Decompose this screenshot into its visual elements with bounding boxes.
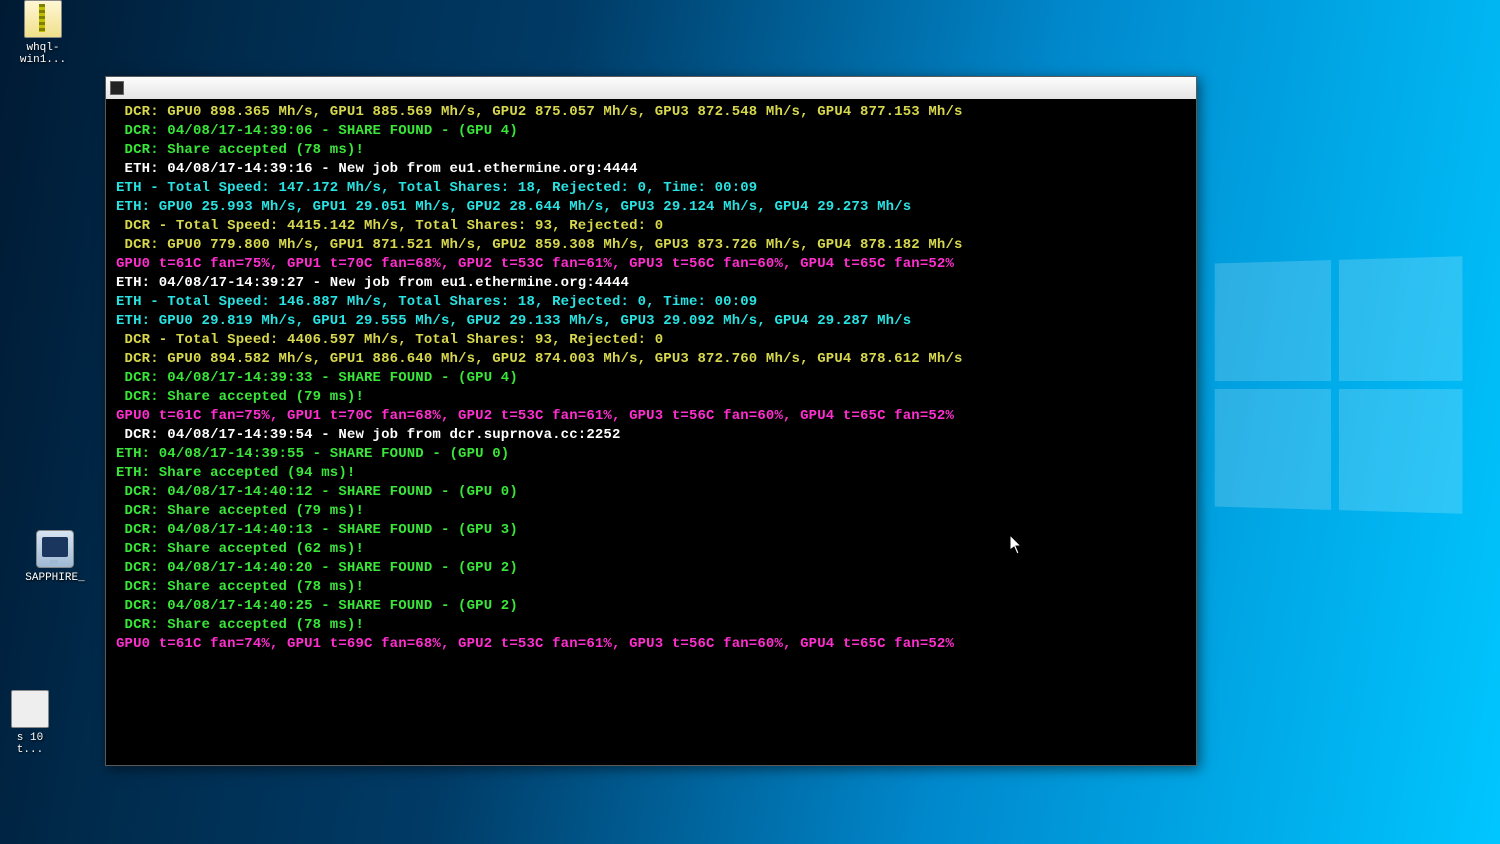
terminal-line: DCR: 04/08/17-14:40:20 - SHARE FOUND - (…: [116, 559, 1188, 578]
terminal-line: GPU0 t=61C fan=75%, GPU1 t=70C fan=68%, …: [116, 255, 1188, 274]
terminal-line: ETH: 04/08/17-14:39:16 - New job from eu…: [116, 160, 1188, 179]
shortcut-label: SAPPHIRE_: [20, 572, 90, 584]
windows-desktop: whql-win1... SAPPHIRE_ s 10 t... DCR: GP…: [0, 0, 1500, 844]
archive-icon: [24, 0, 62, 38]
terminal-line: DCR: Share accepted (62 ms)!: [116, 540, 1188, 559]
terminal-line: DCR: 04/08/17-14:39:33 - SHARE FOUND - (…: [116, 369, 1188, 388]
terminal-output[interactable]: DCR: GPU0 898.365 Mh/s, GPU1 885.569 Mh/…: [106, 99, 1196, 765]
terminal-line: DCR: 04/08/17-14:39:54 - New job from dc…: [116, 426, 1188, 445]
desktop-shortcut-sapphire[interactable]: SAPPHIRE_: [20, 530, 90, 584]
terminal-line: DCR: GPU0 779.800 Mh/s, GPU1 871.521 Mh/…: [116, 236, 1188, 255]
display-icon: [36, 530, 74, 568]
cmd-icon: [110, 81, 124, 95]
terminal-line: DCR: 04/08/17-14:40:13 - SHARE FOUND - (…: [116, 521, 1188, 540]
terminal-line: DCR - Total Speed: 4415.142 Mh/s, Total …: [116, 217, 1188, 236]
terminal-line: DCR - Total Speed: 4406.597 Mh/s, Total …: [116, 331, 1188, 350]
terminal-line: ETH: 04/08/17-14:39:27 - New job from eu…: [116, 274, 1188, 293]
terminal-line: DCR: GPU0 898.365 Mh/s, GPU1 885.569 Mh/…: [116, 103, 1188, 122]
terminal-line: DCR: Share accepted (78 ms)!: [116, 616, 1188, 635]
terminal-line: ETH: GPU0 29.819 Mh/s, GPU1 29.555 Mh/s,…: [116, 312, 1188, 331]
terminal-line: DCR: GPU0 894.582 Mh/s, GPU1 886.640 Mh/…: [116, 350, 1188, 369]
terminal-line: DCR: Share accepted (78 ms)!: [116, 578, 1188, 597]
terminal-line: ETH - Total Speed: 146.887 Mh/s, Total S…: [116, 293, 1188, 312]
shortcut-label: s 10 t...: [0, 732, 60, 756]
terminal-line: GPU0 t=61C fan=74%, GPU1 t=69C fan=68%, …: [116, 635, 1188, 654]
terminal-line: DCR: 04/08/17-14:40:25 - SHARE FOUND - (…: [116, 597, 1188, 616]
window-titlebar[interactable]: [106, 77, 1196, 99]
terminal-line: DCR: Share accepted (79 ms)!: [116, 502, 1188, 521]
terminal-line: ETH: Share accepted (94 ms)!: [116, 464, 1188, 483]
terminal-line: DCR: Share accepted (79 ms)!: [116, 388, 1188, 407]
shortcut-label: whql-win1...: [8, 42, 78, 66]
desktop-shortcut-generic[interactable]: s 10 t...: [0, 690, 60, 756]
terminal-line: GPU0 t=61C fan=75%, GPU1 t=70C fan=68%, …: [116, 407, 1188, 426]
desktop-shortcut-zip[interactable]: whql-win1...: [8, 0, 78, 66]
terminal-line: ETH - Total Speed: 147.172 Mh/s, Total S…: [116, 179, 1188, 198]
command-prompt-window[interactable]: DCR: GPU0 898.365 Mh/s, GPU1 885.569 Mh/…: [105, 76, 1197, 766]
terminal-line: DCR: Share accepted (78 ms)!: [116, 141, 1188, 160]
terminal-line: DCR: 04/08/17-14:40:12 - SHARE FOUND - (…: [116, 483, 1188, 502]
terminal-line: DCR: 04/08/17-14:39:06 - SHARE FOUND - (…: [116, 122, 1188, 141]
windows-logo-icon: [1215, 256, 1463, 513]
terminal-line: ETH: 04/08/17-14:39:55 - SHARE FOUND - (…: [116, 445, 1188, 464]
terminal-line: ETH: GPU0 25.993 Mh/s, GPU1 29.051 Mh/s,…: [116, 198, 1188, 217]
file-icon: [11, 690, 49, 728]
